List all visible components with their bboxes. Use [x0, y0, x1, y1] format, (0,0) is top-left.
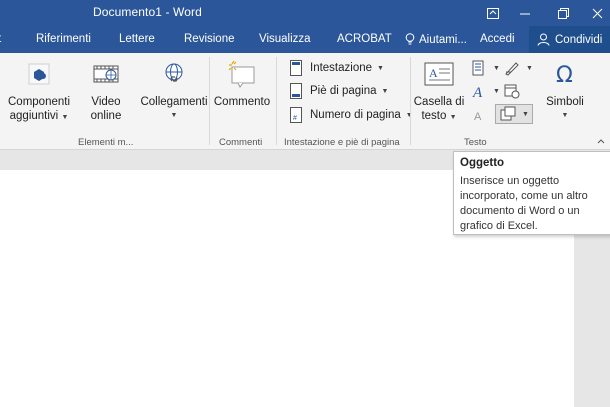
- chevron-down-icon: ▼: [493, 64, 500, 72]
- quick-parts-icon: [470, 59, 488, 77]
- chevron-down-icon: ▼: [381, 87, 389, 95]
- chevron-down-icon: ▼: [522, 110, 529, 118]
- svg-text:A: A: [472, 85, 483, 99]
- object-icon: [499, 105, 517, 123]
- share-label: Condividi: [555, 33, 603, 46]
- tab-partial[interactable]: t: [0, 26, 1, 53]
- add-ins-button[interactable]: Componenti aggiuntivi ▼: [8, 57, 70, 125]
- wordart-icon: A: [470, 82, 488, 100]
- group-label-commenti: Commenti: [219, 137, 263, 148]
- group-label-intestazione: Intestazione e piè di pagina: [284, 137, 400, 148]
- text-box-label-1: Casella di: [413, 96, 465, 108]
- page-number-label: Numero di pagina: [310, 109, 401, 121]
- tab-visualizza[interactable]: Visualizza: [259, 26, 311, 53]
- sign-in-link[interactable]: Accedi: [480, 26, 515, 53]
- restore-icon: [557, 7, 569, 19]
- minimize-icon: [519, 13, 530, 14]
- header-label: Intestazione: [310, 62, 373, 74]
- ribbon-tabs: t Riferimenti Lettere Revisione Visualiz…: [0, 26, 610, 53]
- wordart-button[interactable]: A ▼: [470, 81, 500, 101]
- svg-text:Ω: Ω: [556, 63, 573, 88]
- tab-acrobat[interactable]: ACROBAT: [337, 26, 392, 53]
- group-separator: [209, 57, 210, 145]
- links-button[interactable]: Collegamenti ▼: [140, 57, 208, 123]
- ribbon-display-options-button[interactable]: [478, 0, 508, 26]
- online-video-label-2: online: [90, 110, 122, 122]
- collapse-ribbon-icon[interactable]: [596, 136, 606, 146]
- drop-cap-icon: A: [470, 106, 488, 124]
- svg-text:A: A: [474, 111, 482, 123]
- quick-parts-button[interactable]: ▼: [470, 58, 500, 78]
- comment-icon: [225, 57, 259, 91]
- add-ins-label-1: Componenti: [8, 96, 71, 108]
- chevron-down-icon: ▼: [561, 112, 569, 119]
- chevron-down-icon: ▼: [61, 114, 69, 121]
- date-time-icon: [503, 82, 521, 100]
- footer-label: Piè di pagina: [310, 85, 377, 97]
- close-icon: [592, 8, 602, 18]
- tooltip-title: Oggetto: [460, 157, 505, 169]
- tell-me-box[interactable]: Aiutami...: [405, 26, 467, 53]
- person-icon: [537, 33, 550, 46]
- store-icon: [22, 57, 56, 91]
- omega-icon: Ω: [548, 57, 582, 91]
- object-button[interactable]: ▼: [495, 104, 533, 124]
- online-video-button[interactable]: Video online: [88, 57, 124, 123]
- page-number-icon: #: [287, 106, 305, 124]
- text-box-button[interactable]: A Casella di testo ▼: [414, 57, 464, 125]
- title-bar: Documento1 - Word: [0, 0, 610, 26]
- symbols-label: Simboli: [546, 96, 584, 108]
- globe-link-icon: [157, 57, 191, 91]
- tab-lettere[interactable]: Lettere: [119, 26, 155, 53]
- symbols-button[interactable]: Ω Simboli ▼: [545, 57, 585, 123]
- chevron-down-icon: ▼: [377, 64, 384, 72]
- lightbulb-icon: [405, 33, 415, 45]
- tooltip-body: Inserisce un oggetto incorporato, come u…: [460, 175, 588, 232]
- group-label-elementi: Elementi m...: [78, 137, 134, 148]
- restore-button[interactable]: [548, 0, 578, 26]
- footer-button[interactable]: Piè di pagina ▼: [287, 81, 388, 101]
- chevron-down-icon: ▼: [170, 112, 178, 119]
- text-box-icon: A: [422, 57, 456, 91]
- header-button[interactable]: Intestazione ▼: [287, 58, 384, 78]
- share-button[interactable]: Condividi: [529, 26, 610, 53]
- chevron-down-icon: ▼: [493, 87, 500, 95]
- text-box-label-2: testo: [421, 110, 447, 122]
- tell-me-label: Aiutami...: [419, 33, 467, 46]
- page-header-icon: [287, 59, 305, 77]
- tab-riferimenti[interactable]: Riferimenti: [36, 26, 91, 53]
- window-title: Documento1 - Word: [93, 5, 202, 19]
- minimize-button[interactable]: [510, 0, 540, 26]
- signature-icon: [503, 59, 521, 77]
- chevron-down-icon: ▼: [526, 64, 533, 72]
- chevron-down-icon: ▼: [449, 114, 457, 121]
- page-number-button[interactable]: # Numero di pagina ▼: [287, 105, 413, 125]
- links-label: Collegamenti: [140, 96, 208, 108]
- ribbon-options-icon: [487, 7, 499, 19]
- drop-cap-button[interactable]: A: [470, 105, 488, 125]
- ribbon: Componenti aggiuntivi ▼ Video online Col…: [0, 53, 610, 150]
- object-tooltip: Oggetto Inserisce un oggetto incorporato…: [453, 151, 610, 235]
- group-label-testo: Testo: [464, 137, 487, 148]
- svg-text:A: A: [429, 66, 438, 80]
- page-footer-icon: [287, 82, 305, 100]
- new-comment-label: Commento: [213, 96, 271, 108]
- tab-revisione[interactable]: Revisione: [184, 26, 235, 53]
- group-separator: [410, 57, 411, 145]
- add-ins-label-2: aggiuntivi: [9, 110, 59, 122]
- date-time-button[interactable]: [503, 81, 521, 101]
- film-icon: [89, 57, 123, 91]
- new-comment-button[interactable]: Commento: [212, 57, 272, 109]
- svg-text:#: #: [293, 115, 297, 122]
- group-separator: [276, 57, 277, 145]
- online-video-label-1: Video: [91, 96, 121, 108]
- close-button[interactable]: [582, 0, 610, 26]
- signature-line-button[interactable]: ▼: [503, 58, 533, 78]
